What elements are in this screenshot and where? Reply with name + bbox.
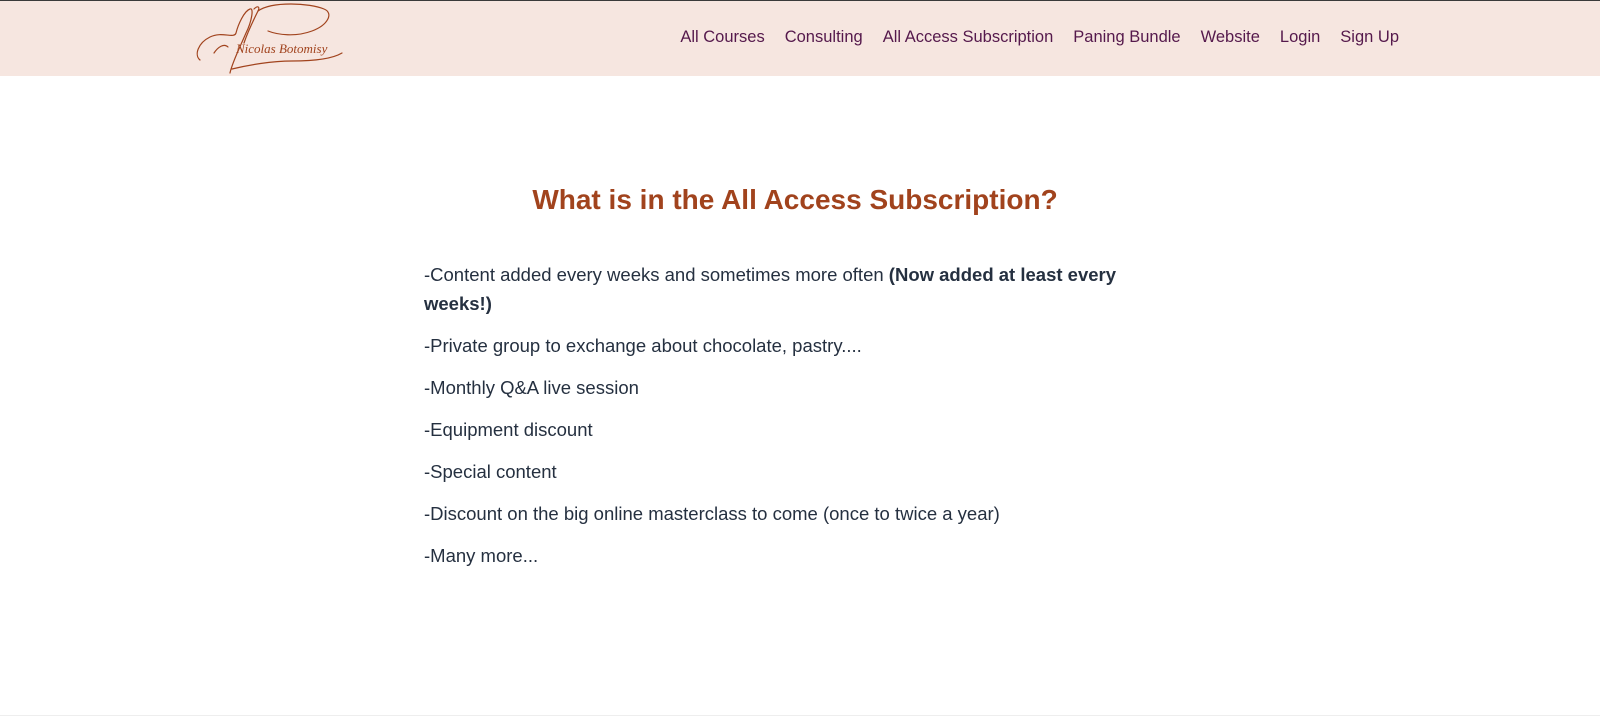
feature-item: -Discount on the big online masterclass … (424, 503, 1000, 524)
main-navigation: All Courses Consulting All Access Subscr… (680, 26, 1399, 48)
top-navbar: Nicolas Botomisy All Courses Consulting … (0, 1, 1600, 76)
main-content: What is in the All Access Subscription? … (424, 181, 1166, 583)
feature-item: -Equipment discount (424, 419, 593, 440)
nav-login[interactable]: Login (1280, 26, 1320, 48)
feature-item: -Many more... (424, 545, 539, 566)
nav-consulting[interactable]: Consulting (785, 26, 863, 48)
logo-text: Nicolas Botomisy (235, 41, 328, 56)
nav-paning-bundle[interactable]: Paning Bundle (1073, 26, 1180, 48)
features-list: -Content added every weeks and sometimes… (424, 260, 1166, 570)
site-logo[interactable]: Nicolas Botomisy (192, 3, 344, 75)
page: Nicolas Botomisy All Courses Consulting … (0, 0, 1600, 716)
feature-item: -Special content (424, 461, 557, 482)
feature-item: -Monthly Q&A live session (424, 377, 639, 398)
feature-item: -Private group to exchange about chocola… (424, 335, 862, 356)
signature-logo-icon: Nicolas Botomisy (196, 3, 343, 74)
nav-all-access-subscription[interactable]: All Access Subscription (883, 26, 1054, 48)
nav-sign-up[interactable]: Sign Up (1340, 26, 1399, 48)
page-title: What is in the All Access Subscription? (532, 184, 1058, 215)
nav-all-courses[interactable]: All Courses (680, 26, 764, 48)
feature-text: -Content added every weeks and sometimes… (424, 264, 889, 285)
nav-website[interactable]: Website (1201, 26, 1260, 48)
feature-item: -Content added every weeks and sometimes… (424, 260, 1166, 318)
